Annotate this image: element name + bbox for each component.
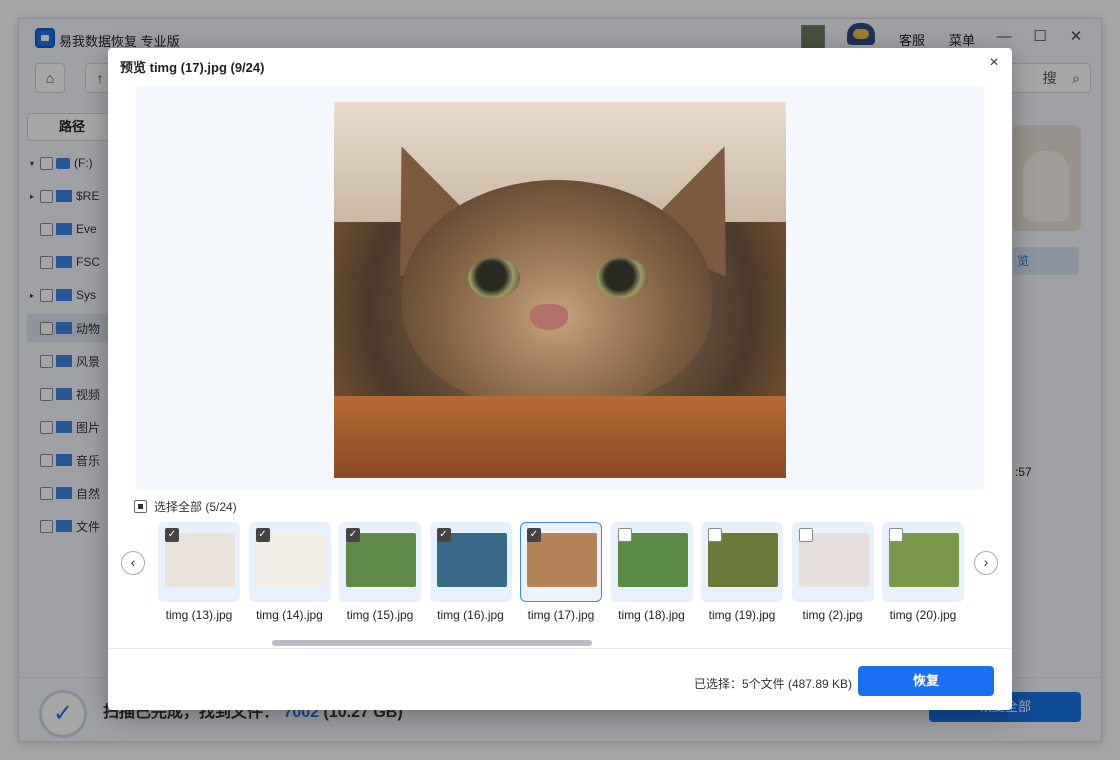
select-all-checkbox[interactable]: 选择全部 (5/24) <box>134 498 237 515</box>
thumbnail-checkbox[interactable] <box>708 528 722 542</box>
thumbnail[interactable] <box>701 522 783 602</box>
thumbnail-label: timg (18).jpg <box>618 608 685 622</box>
select-all-box[interactable] <box>134 500 147 513</box>
thumbnail-label: timg (17).jpg <box>527 608 595 622</box>
thumbnail[interactable]: ✓ <box>520 522 602 602</box>
preview-dialog: 预览 timg (17).jpg (9/24) × 选择全部 (5/24) ‹ … <box>108 48 1012 710</box>
dialog-title: 预览 timg (17).jpg (9/24) <box>120 60 265 75</box>
thumbnail-strip: ✓ timg (13).jpg ✓ timg (14).jpg ✓ timg (15).j… <box>156 522 966 632</box>
thumbnail[interactable] <box>610 522 693 602</box>
horizontal-scrollbar[interactable] <box>272 640 592 646</box>
preview-image <box>334 102 786 478</box>
divider <box>108 648 1012 649</box>
cat-nose <box>530 304 568 330</box>
next-button[interactable]: › <box>974 551 998 575</box>
thumbnail[interactable]: ✓ <box>158 522 240 602</box>
select-all-label: 选择全部 (5/24) <box>154 500 237 514</box>
cat-head <box>402 180 712 408</box>
recover-button[interactable]: 恢复 <box>858 666 994 696</box>
close-icon[interactable]: × <box>984 53 1004 73</box>
table-surface <box>334 396 786 478</box>
thumbnail-checkbox[interactable]: ✓ <box>165 528 179 542</box>
preview-area <box>136 86 984 490</box>
thumbnail-label: timg (14).jpg <box>256 608 323 622</box>
thumbnail[interactable] <box>882 522 964 602</box>
thumbnail-checkbox[interactable]: ✓ <box>527 528 541 542</box>
thumbnail-checkbox[interactable]: ✓ <box>436 528 451 542</box>
thumbnail-label: timg (19).jpg <box>708 608 776 622</box>
thumbnail-label: timg (16).jpg <box>437 608 504 622</box>
thumbnail[interactable]: ✓ <box>429 522 512 602</box>
prev-button[interactable]: ‹ <box>121 551 145 575</box>
thumbnail[interactable]: ✓ <box>339 522 421 602</box>
thumbnail[interactable]: ✓ <box>248 522 331 602</box>
thumbnail[interactable] <box>791 522 874 602</box>
thumbnail-label: timg (15).jpg <box>346 608 414 622</box>
thumbnail-label: timg (20).jpg <box>889 608 957 622</box>
thumbnail-checkbox[interactable]: ✓ <box>346 528 360 542</box>
cat-eye-left <box>468 258 520 298</box>
cat-eye-right <box>596 258 648 298</box>
thumbnail-label: timg (13).jpg <box>165 608 233 622</box>
selected-info: 已选择：5个文件 (487.89 KB) <box>693 677 852 691</box>
thumbnail-checkbox[interactable] <box>889 528 903 542</box>
thumbnail-checkbox[interactable]: ✓ <box>255 528 270 542</box>
thumbnail-label: timg (2).jpg <box>802 608 863 622</box>
thumbnail-checkbox[interactable] <box>617 528 632 542</box>
thumbnail-checkbox[interactable] <box>798 528 813 542</box>
